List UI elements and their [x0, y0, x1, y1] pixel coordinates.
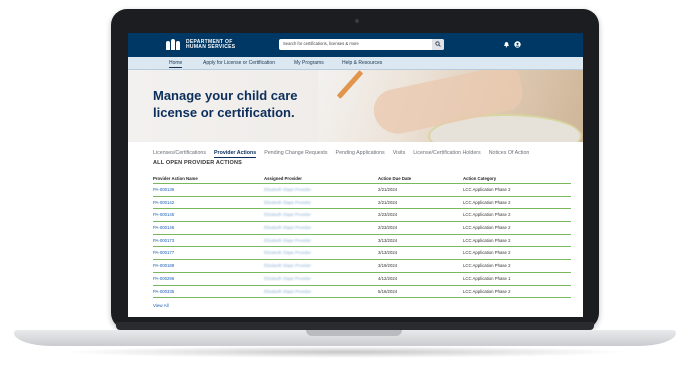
- action-category: LCC Application Phase 2: [463, 288, 511, 294]
- provider-action-link[interactable]: PA-000189: [153, 263, 174, 268]
- provider-action-link[interactable]: PA-000146: [153, 225, 174, 230]
- bell-icon[interactable]: [503, 41, 510, 48]
- nav-apply[interactable]: Apply for License or Certification: [203, 60, 275, 66]
- table-header-row: Provider Action Name Assigned Provider A…: [153, 173, 571, 184]
- hero-banner: Manage your child care license or certif…: [128, 70, 583, 142]
- tab-notices-of-action[interactable]: Notices Of Action: [489, 150, 530, 158]
- provider-action-link[interactable]: PA-000173: [153, 238, 174, 243]
- table-row: PA-000145 Elizabeth Slape Provider 2/23/…: [153, 209, 571, 223]
- laptop-notch: [306, 330, 402, 336]
- assigned-provider[interactable]: Elizabeth Slape Provider: [264, 212, 311, 217]
- table-row: PA-000335 Elizabeth Slape Provider 5/16/…: [153, 286, 571, 299]
- action-category: LCC Application Phase 2: [463, 199, 511, 205]
- section-title: ALL OPEN PROVIDER ACTIONS: [153, 160, 243, 166]
- agency-logo[interactable]: DEPARTMENT OF HUMAN SERVICES: [166, 39, 235, 50]
- action-due-date: 3/13/2024: [378, 250, 398, 256]
- site-header: DEPARTMENT OF HUMAN SERVICES Search for …: [128, 33, 583, 57]
- main-nav: Home Apply for License or Certification …: [128, 57, 583, 70]
- tab-pending-change-requests[interactable]: Pending Change Requests: [264, 150, 327, 158]
- agency-name: DEPARTMENT OF HUMAN SERVICES: [186, 39, 236, 50]
- tab-bar: Licenses/Certifications Provider Actions…: [153, 150, 529, 158]
- column-header-name[interactable]: Provider Action Name: [153, 176, 198, 181]
- provider-action-link[interactable]: PA-000136: [153, 187, 174, 192]
- action-due-date: 2/21/2024: [378, 187, 398, 192]
- nav-home[interactable]: Home: [169, 60, 183, 68]
- table-row: PA-000296 Elizabeth Slape Provider 4/12/…: [153, 273, 571, 286]
- provider-actions-table: Provider Action Name Assigned Provider A…: [153, 173, 571, 299]
- view-all-link[interactable]: View All: [153, 303, 169, 308]
- logo-mark-icon: [166, 39, 182, 50]
- camera: [355, 19, 359, 23]
- table-row: PA-000146 Elizabeth Slape Provider 2/23/…: [153, 222, 571, 235]
- laptop-screen: DEPARTMENT OF HUMAN SERVICES Search for …: [128, 33, 583, 317]
- action-category: LCC Application Phase 2: [463, 212, 511, 218]
- action-due-date: 2/23/2024: [378, 212, 398, 218]
- table-row: PA-000136 Elizabeth Slape Provider 2/21/…: [153, 184, 571, 197]
- action-category: LCC Application Phase 2: [463, 237, 511, 243]
- nav-my-programs[interactable]: My Programs: [294, 60, 324, 66]
- hero-title: Manage your child care license or certif…: [153, 88, 298, 121]
- provider-action-link[interactable]: PA-000177: [153, 250, 174, 255]
- table-row: PA-000177 Elizabeth Slape Provider 3/13/…: [153, 247, 571, 261]
- column-header-provider[interactable]: Assigned Provider: [264, 176, 302, 181]
- hero-title-line1: Manage your child care: [153, 88, 298, 103]
- action-due-date: 2/21/2024: [378, 199, 398, 205]
- tab-pending-applications[interactable]: Pending Applications: [336, 150, 385, 158]
- column-header-category[interactable]: Action Category: [463, 176, 496, 181]
- tab-licenses-certifications[interactable]: Licenses/Certifications: [153, 150, 206, 158]
- action-due-date: 2/23/2024: [378, 225, 398, 231]
- provider-action-link[interactable]: PA-000145: [153, 212, 174, 217]
- action-due-date: 3/13/2024: [378, 237, 398, 243]
- laptop-hinge: [116, 322, 594, 330]
- hero-title-line2: license or certification.: [153, 104, 295, 120]
- action-category: LCC Application Phase 2: [463, 225, 511, 231]
- action-category: LCC Application Phase 1: [463, 275, 511, 281]
- assigned-provider[interactable]: Elizabeth Slape Provider: [264, 250, 311, 255]
- assigned-provider[interactable]: Elizabeth Slape Provider: [264, 263, 311, 268]
- column-header-due-date[interactable]: Action Due Date: [378, 176, 411, 181]
- provider-action-link[interactable]: PA-000296: [153, 276, 174, 281]
- action-due-date: 4/12/2024: [378, 275, 398, 281]
- nav-help[interactable]: Help & Resources: [342, 60, 382, 66]
- search-icon: [435, 41, 441, 47]
- provider-action-link[interactable]: PA-000335: [153, 289, 174, 294]
- action-category: LCC Application Phase 2: [463, 263, 511, 269]
- user-icon[interactable]: [514, 41, 521, 48]
- assigned-provider[interactable]: Elizabeth Slape Provider: [264, 276, 311, 281]
- action-due-date: 5/16/2024: [378, 288, 398, 294]
- table-row: PA-000142 Elizabeth Slape Provider 2/21/…: [153, 197, 571, 210]
- assigned-provider[interactable]: Elizabeth Slape Provider: [264, 200, 311, 205]
- action-category: LCC Application Phase 2: [463, 250, 511, 256]
- laptop-shadow: [60, 346, 630, 358]
- search-placeholder: Search for certifications, licenses & mo…: [283, 41, 359, 46]
- search-button[interactable]: [432, 39, 444, 50]
- action-due-date: 3/19/2024: [378, 263, 398, 269]
- agency-line2: HUMAN SERVICES: [186, 43, 236, 50]
- search-input[interactable]: Search for certifications, licenses & mo…: [279, 39, 444, 50]
- assigned-provider[interactable]: Elizabeth Slape Provider: [264, 289, 311, 294]
- assigned-provider[interactable]: Elizabeth Slape Provider: [264, 238, 311, 243]
- tab-license-certification-holders[interactable]: License/Certification Holders: [413, 150, 480, 158]
- tab-visits[interactable]: Visits: [393, 150, 406, 158]
- action-category: LCC Application Phase 2: [463, 187, 511, 192]
- assigned-provider[interactable]: Elizabeth Slape Provider: [264, 187, 311, 192]
- provider-action-link[interactable]: PA-000142: [153, 200, 174, 205]
- assigned-provider[interactable]: Elizabeth Slape Provider: [264, 225, 311, 230]
- table-row: PA-000189 Elizabeth Slape Provider 3/19/…: [153, 260, 571, 273]
- tab-provider-actions[interactable]: Provider Actions: [214, 150, 257, 158]
- table-row: PA-000173 Elizabeth Slape Provider 3/13/…: [153, 235, 571, 248]
